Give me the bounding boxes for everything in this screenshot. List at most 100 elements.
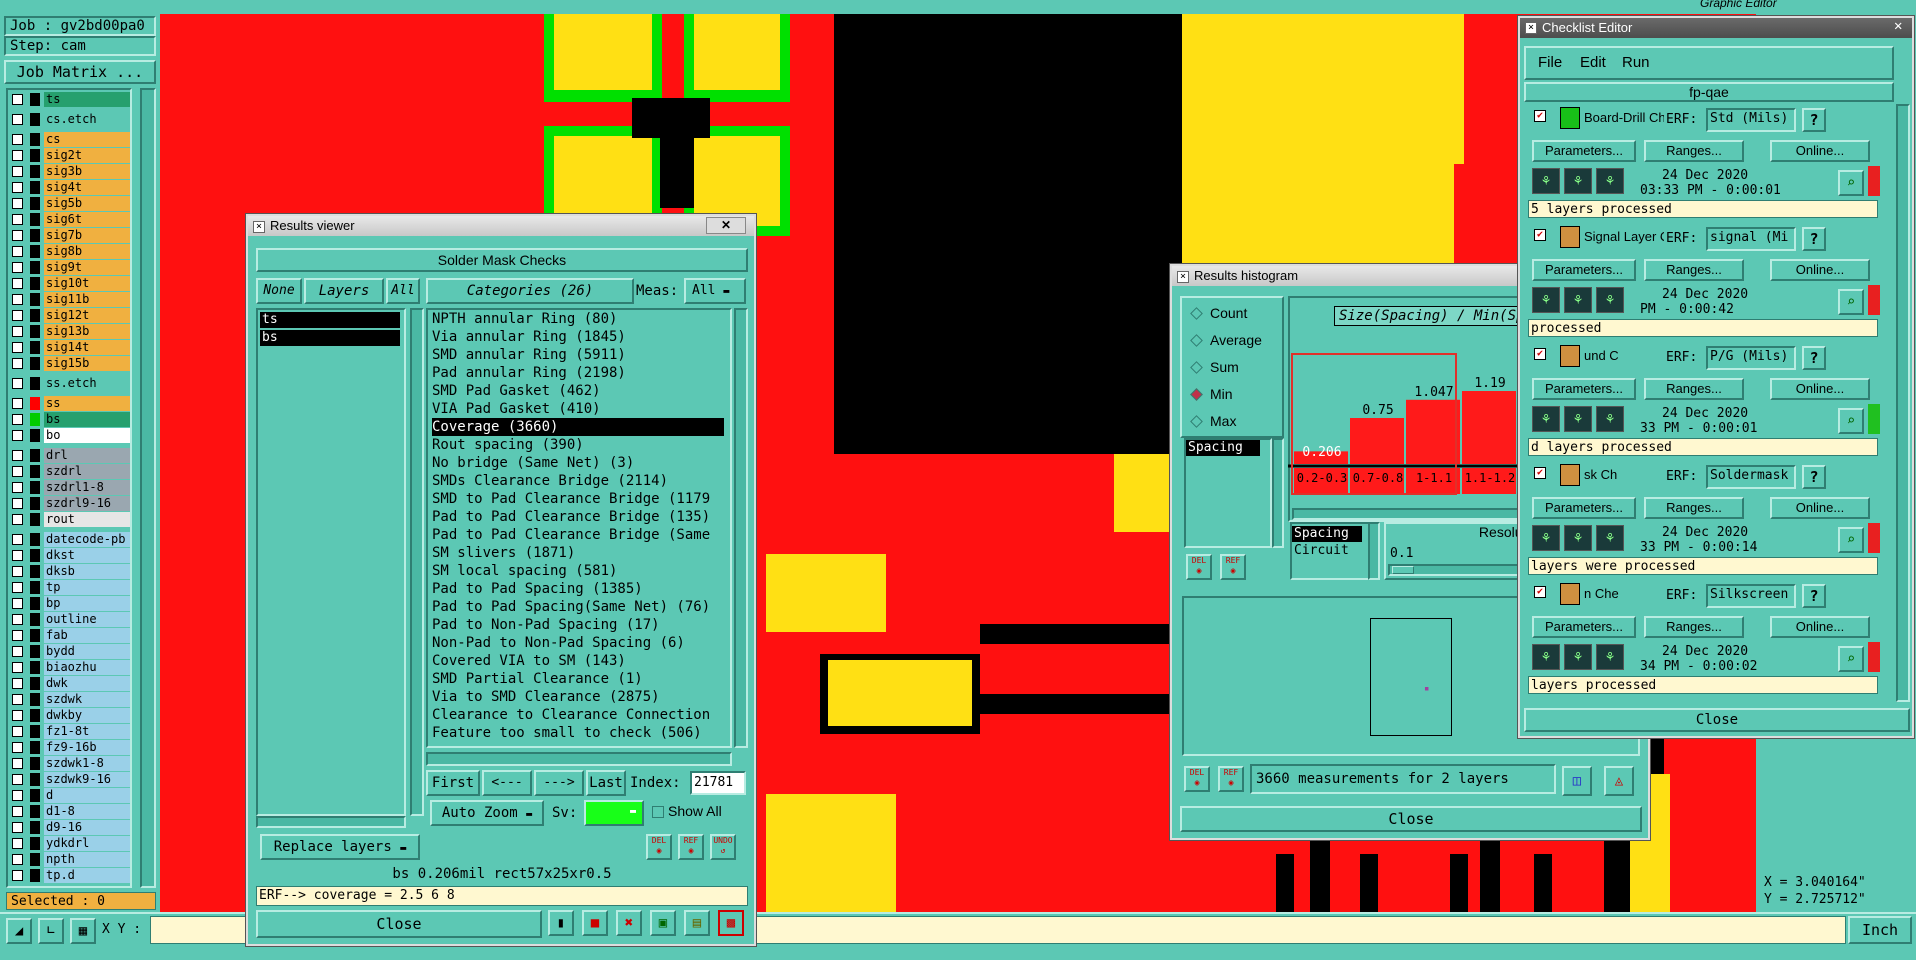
- layer-checkbox[interactable]: [12, 114, 23, 125]
- layer-row[interactable]: dksb: [10, 564, 130, 579]
- checklist-close-button[interactable]: Close: [1524, 708, 1910, 732]
- check-name[interactable]: n Che: [1584, 586, 1664, 601]
- layer-name[interactable]: dwkby: [44, 708, 130, 723]
- type-item-circuit[interactable]: Circuit: [1292, 543, 1362, 559]
- layer-checkbox[interactable]: [12, 262, 23, 273]
- layer-row[interactable]: sig15b: [10, 356, 130, 371]
- hist-list-item-spacing[interactable]: Spacing: [1186, 440, 1260, 456]
- layer-name[interactable]: sig13b: [44, 324, 130, 339]
- exclude-icon[interactable]: ✖: [616, 910, 642, 936]
- layer-checkbox[interactable]: [12, 278, 23, 289]
- menu-file[interactable]: File: [1538, 54, 1562, 71]
- check-enable-checkbox[interactable]: ✔: [1534, 467, 1546, 479]
- help-button[interactable]: ?: [1802, 346, 1826, 370]
- layer-checkbox[interactable]: [12, 310, 23, 321]
- layer-row[interactable]: npth: [10, 852, 130, 867]
- layer-row[interactable]: dkst: [10, 548, 130, 563]
- layer-name[interactable]: drl: [44, 448, 130, 463]
- layer-name[interactable]: sig4t: [44, 180, 130, 195]
- category-item[interactable]: Rout spacing (390): [432, 436, 724, 454]
- undo-icon[interactable]: UNDO ↺: [710, 834, 736, 860]
- layers-toggle-icon[interactable]: ▮: [548, 910, 574, 936]
- layer-row[interactable]: fab: [10, 628, 130, 643]
- meas-dropdown[interactable]: All ▬: [684, 278, 746, 304]
- layer-checkbox[interactable]: [12, 630, 23, 641]
- histogram-bar[interactable]: [1406, 399, 1460, 464]
- sv-color-dropdown[interactable]: ▬: [584, 800, 644, 826]
- online-button[interactable]: Online...: [1770, 140, 1870, 162]
- type-item-spacing[interactable]: Spacing: [1292, 526, 1362, 542]
- layer-row[interactable]: szdrl: [10, 464, 130, 479]
- layer-name[interactable]: sig8b: [44, 244, 130, 259]
- hist-ref-icon[interactable]: REF ◉: [1220, 554, 1246, 580]
- layer-checkbox[interactable]: [12, 694, 23, 705]
- last-button[interactable]: Last: [586, 770, 626, 796]
- histogram-bar[interactable]: [1462, 391, 1516, 464]
- ranges-button[interactable]: Ranges...: [1644, 616, 1744, 638]
- layer-name[interactable]: datecode-pb: [44, 532, 130, 547]
- layer-row[interactable]: dwkby: [10, 708, 130, 723]
- layer-checkbox[interactable]: [12, 742, 23, 753]
- layer-checkbox[interactable]: [12, 662, 23, 673]
- layer-checkbox[interactable]: [12, 806, 23, 817]
- layer-row[interactable]: tp.d: [10, 868, 130, 883]
- zoom-results-icon[interactable]: ⌕: [1838, 527, 1864, 553]
- category-item[interactable]: SMD Partial Clearance (1): [432, 670, 724, 688]
- layer-checkbox[interactable]: [12, 150, 23, 161]
- help-button[interactable]: ?: [1802, 584, 1826, 608]
- histogram-icon[interactable]: ▩: [718, 910, 744, 936]
- online-button[interactable]: Online...: [1770, 616, 1870, 638]
- layer-row[interactable]: cs: [10, 132, 130, 147]
- help-button[interactable]: ?: [1802, 227, 1826, 251]
- menu-run[interactable]: Run: [1622, 54, 1650, 71]
- layer-name[interactable]: bs: [44, 412, 130, 427]
- layer-row[interactable]: outline: [10, 612, 130, 627]
- layer-name[interactable]: szdrl9-16: [44, 496, 130, 511]
- results-viewer-titlebar[interactable]: Results viewer: [248, 216, 754, 236]
- category-item[interactable]: Pad to Pad Spacing(Same Net) (76): [432, 598, 724, 616]
- layer-name[interactable]: sig5b: [44, 196, 130, 211]
- layer-row[interactable]: sig12t: [10, 308, 130, 323]
- category-item[interactable]: Non-Pad to Non-Pad Spacing (6): [432, 634, 724, 652]
- layer-name[interactable]: ss: [44, 396, 130, 411]
- check-name[interactable]: sk Ch: [1584, 467, 1664, 482]
- zoom-results-icon[interactable]: ⌕: [1838, 408, 1864, 434]
- layer-list-box[interactable]: [256, 308, 406, 816]
- prev-button[interactable]: <---: [482, 770, 532, 796]
- layer-checkbox[interactable]: [12, 550, 23, 561]
- layer-name[interactable]: ts: [44, 92, 130, 107]
- layer-name[interactable]: sig6t: [44, 212, 130, 227]
- layer-checkbox[interactable]: [12, 342, 23, 353]
- layer-checkbox[interactable]: [12, 710, 23, 721]
- category-item[interactable]: SMD to Pad Clearance Bridge (1179: [432, 490, 724, 508]
- layer-name[interactable]: cs: [44, 132, 130, 147]
- layer-name[interactable]: sig11b: [44, 292, 130, 307]
- layer-name[interactable]: fab: [44, 628, 130, 643]
- category-item[interactable]: Covered VIA to SM (143): [432, 652, 724, 670]
- ranges-button[interactable]: Ranges...: [1644, 259, 1744, 281]
- category-item[interactable]: Pad to Non-Pad Spacing (17): [432, 616, 724, 634]
- layer-name[interactable]: bydd: [44, 644, 130, 659]
- all-button[interactable]: All: [386, 278, 420, 304]
- menu-edit[interactable]: Edit: [1580, 54, 1606, 71]
- layer-row[interactable]: bydd: [10, 644, 130, 659]
- layer-row[interactable]: ss.etch: [10, 376, 130, 391]
- layer-name[interactable]: tp.d: [44, 868, 130, 883]
- layer-checkbox[interactable]: [12, 294, 23, 305]
- category-item[interactable]: Pad to Pad Spacing (1385): [432, 580, 724, 598]
- layer-name[interactable]: sig15b: [44, 356, 130, 371]
- measure-tool-icon[interactable]: ∟: [38, 918, 64, 944]
- layer-row[interactable]: drl: [10, 448, 130, 463]
- layer-checkbox[interactable]: [12, 466, 23, 477]
- layer-row[interactable]: ydkdrl: [10, 836, 130, 851]
- layer-name[interactable]: szdrl: [44, 464, 130, 479]
- layer-checkbox[interactable]: [12, 534, 23, 545]
- layer-name[interactable]: dkst: [44, 548, 130, 563]
- check-enable-checkbox[interactable]: ✔: [1534, 110, 1546, 122]
- rv-layer-item[interactable]: bs: [260, 330, 400, 346]
- parameters-button[interactable]: Parameters...: [1532, 140, 1636, 162]
- category-item[interactable]: Via to SMD Clearance (2875): [432, 688, 724, 706]
- category-item[interactable]: Coverage (3660): [432, 418, 724, 436]
- category-item[interactable]: SMD Pad Gasket (462): [432, 382, 724, 400]
- parameters-button[interactable]: Parameters...: [1532, 378, 1636, 400]
